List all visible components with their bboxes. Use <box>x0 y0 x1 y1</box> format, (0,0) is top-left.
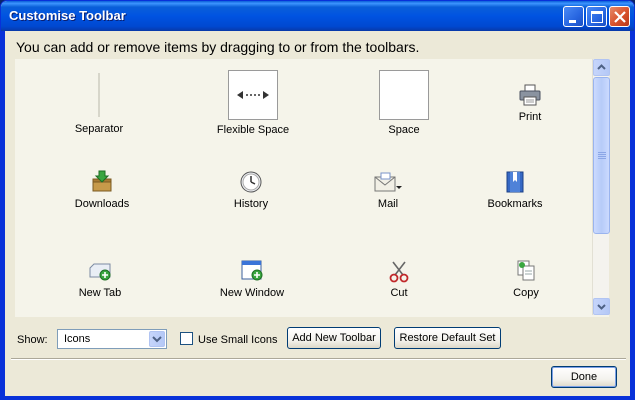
show-select-value: Icons <box>64 333 91 345</box>
palette-item-bookmarks[interactable]: Bookmarks <box>440 170 590 210</box>
options-row: Show: Icons Use Small Icons Add New Tool… <box>1 323 634 353</box>
item-label: New Window <box>219 287 285 299</box>
minimize-icon <box>569 20 576 23</box>
dropdown-button[interactable] <box>149 331 165 347</box>
scroll-up-button[interactable] <box>593 59 610 76</box>
bookmarks-icon <box>506 171 524 193</box>
close-icon <box>614 11 626 23</box>
title-bar[interactable]: Customise Toolbar <box>1 1 634 31</box>
done-button[interactable]: Done <box>551 366 617 388</box>
item-label: New Tab <box>78 287 122 299</box>
item-label: Print <box>518 111 542 123</box>
use-small-icons-label[interactable]: Use Small Icons <box>198 334 277 346</box>
palette-item-history[interactable]: History <box>176 170 326 210</box>
maximize-icon <box>591 11 603 23</box>
printer-icon <box>519 84 541 106</box>
mail-icon <box>374 172 402 192</box>
scissors-icon <box>389 261 409 283</box>
palette-scrollbar[interactable] <box>592 59 610 315</box>
item-label: Separator <box>74 123 124 135</box>
palette-item-new-window[interactable]: New Window <box>177 259 327 299</box>
minimize-button[interactable] <box>563 6 584 27</box>
downloads-icon <box>92 170 112 192</box>
chevron-down-icon <box>597 304 606 310</box>
palette-item-copy[interactable]: Copy <box>451 259 601 299</box>
item-label: Space <box>388 124 420 136</box>
dialog-divider <box>11 358 626 360</box>
use-small-icons-checkbox[interactable] <box>180 332 193 345</box>
show-select[interactable]: Icons <box>57 329 167 349</box>
flexible-space-icon <box>228 70 278 120</box>
new-tab-icon <box>89 263 111 281</box>
chevron-up-icon <box>597 64 606 70</box>
palette-item-print[interactable]: Print <box>455 83 605 123</box>
scroll-down-button[interactable] <box>593 298 610 315</box>
copy-icon <box>517 260 535 281</box>
item-label: History <box>233 198 269 210</box>
palette-item-new-tab[interactable]: New Tab <box>25 259 175 299</box>
add-new-toolbar-button[interactable]: Add New Toolbar <box>287 327 381 349</box>
window-title: Customise Toolbar <box>9 8 126 23</box>
new-window-icon <box>241 260 263 281</box>
restore-default-set-button[interactable]: Restore Default Set <box>394 327 501 349</box>
instruction-text: You can add or remove items by dragging … <box>16 39 420 55</box>
item-label: Copy <box>513 287 539 299</box>
space-icon <box>379 70 429 120</box>
palette-item-separator[interactable]: Separator <box>24 71 174 135</box>
toolbar-items-palette: Separator Flexible Space Space Print Dow… <box>15 59 610 317</box>
close-button[interactable] <box>609 6 630 27</box>
item-label: Downloads <box>74 198 130 210</box>
maximize-button[interactable] <box>586 6 607 27</box>
chevron-down-icon <box>152 336 162 343</box>
customise-toolbar-dialog: Customise Toolbar You can add or remove … <box>0 0 635 400</box>
palette-item-flexible-space[interactable]: Flexible Space <box>178 70 328 136</box>
show-label: Show: <box>17 334 48 346</box>
separator-icon <box>98 73 100 117</box>
window-frame-bottom <box>1 396 634 399</box>
item-label: Flexible Space <box>216 124 290 136</box>
clock-icon <box>240 171 262 193</box>
palette-item-downloads[interactable]: Downloads <box>27 170 177 210</box>
scroll-thumb[interactable] <box>593 77 610 234</box>
item-label: Bookmarks <box>487 198 543 210</box>
